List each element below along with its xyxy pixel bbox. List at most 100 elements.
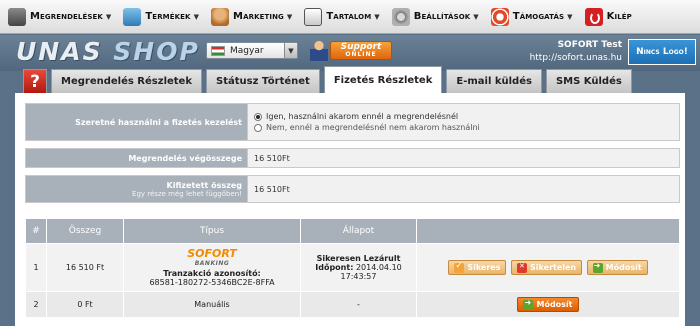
chevron-down-icon: ▼ [473,12,479,21]
order-total-row: Megrendelés végösszege 16 510Ft [25,148,680,168]
mark-success-button[interactable]: Sikeres [448,260,507,275]
account-name: SOFORT Test [557,40,622,50]
button-label: Módosít [536,300,573,309]
menu-label: Megrendelések [30,11,103,22]
row-amount: 16 510 Ft [46,243,124,292]
support-online-button[interactable]: Support ONLINE [310,39,392,61]
tab-help[interactable]: ? [23,69,47,93]
products-icon [123,7,142,26]
menu-content[interactable]: Tartalom ▼ [298,0,385,34]
chevron-down-icon: ▼ [193,12,200,21]
col-header-actions [416,218,680,244]
unas-shop-logo[interactable]: UNAS SHOP [16,37,200,66]
button-label: Módosít [605,263,642,272]
col-header-number: # [25,218,47,244]
content-icon [304,7,323,26]
transaction-id: 68581-180272-5346BC2E-8FFA [149,277,275,287]
tab-email-send[interactable]: E-mail küldés [446,69,542,93]
cross-icon [517,262,528,273]
menu-exit[interactable]: Kilép [579,0,638,34]
tab-payment-details[interactable]: Fizetés Részletek [323,66,443,93]
status-text: Sikeresen Lezárult [316,254,401,263]
radio-yes-label: Igen, használni akarom ennél a megrendel… [266,112,459,121]
menu-settings[interactable]: Beállítások ▼ [386,0,485,34]
arrow-right-icon [592,261,603,273]
radio-checked-icon [254,112,262,121]
help-icon: ? [30,71,40,92]
tab-bar: ? Megrendelés Részletek Státusz Történet… [23,66,636,93]
tab-order-details[interactable]: Megrendelés Részletek [51,69,202,93]
menu-support[interactable]: Támogatás ▼ [485,0,579,34]
support-sub-label: ONLINE [345,50,377,58]
chevron-down-icon: ▼ [374,12,380,21]
button-label: Sikeres [467,263,501,272]
menu-label: Tartalom [326,11,372,22]
payment-manager-label: Szeretné használni a fizetés kezelést [26,104,248,140]
menu-label: Támogatás [512,11,565,22]
orders-icon [8,7,26,26]
hungarian-flag-icon [211,45,225,56]
chevron-down-icon[interactable]: ▼ [284,43,297,58]
payment-manager-row: Szeretné használni a fizetés kezelést Ig… [25,103,680,141]
exit-icon [584,7,603,26]
row-actions: Módosít [416,291,680,318]
sofort-banking-logo: SOFORT BANKING [124,246,300,269]
menu-label: Marketing [233,11,284,22]
paid-amount-value: 16 510Ft [254,184,290,194]
sofort-logo-sub: BANKING [194,259,230,267]
mark-failed-button[interactable]: Sikertelen [511,260,583,275]
modify-button[interactable]: Módosít [517,297,579,312]
menu-label: Kilép [606,11,632,22]
modify-button[interactable]: Módosít [586,260,648,275]
menu-label: Beállítások [413,11,471,22]
logo-text-unas: UNAS [16,37,103,66]
payments-header-row: # Összeg Típus Állapot [25,218,680,244]
chevron-down-icon: ▼ [567,12,573,21]
check-icon [454,261,465,273]
paid-amount-note: Egy része még lehet függőben! [132,189,242,198]
marketing-icon [211,7,230,26]
row-status: - [300,291,417,318]
tab-status-history[interactable]: Státusz Történet [206,69,320,93]
transaction-id-label: Tranzakció azonosító: [163,268,261,278]
radio-use-payment-manager[interactable]: Igen, használni akarom ennél a megrendel… [254,112,480,121]
radio-unchecked-icon [254,123,262,132]
radio-no-label: Nem, ennél a megrendelésnél nem akarom h… [266,123,480,132]
row-type: Manuális [123,291,301,318]
settings-icon [391,7,410,26]
order-total-label: Megrendelés végösszege [26,149,248,167]
row-actions: Sikeres Sikertelen Módosít [416,243,680,292]
payments-table: # Összeg Típus Állapot 1 16 510 Ft SOFOR… [25,218,680,318]
table-row: 2 0 Ft Manuális - Módosít [25,291,680,318]
language-select[interactable]: Magyar ▼ [206,42,298,59]
support-agent-icon [310,39,328,61]
menu-products[interactable]: Termékek ▼ [117,0,205,34]
menu-orders[interactable]: Megrendelések ▼ [2,0,117,34]
status-time-label: Időpont: [315,263,354,272]
table-row: 1 16 510 Ft SOFORT BANKING Tranzakció az… [25,243,680,292]
logo-text-shop: SHOP [113,37,200,66]
status-time: Időpont: 2014.04.10 17:43:57 [301,263,416,281]
no-logo-button[interactable]: Nincs Logo! [628,39,696,65]
col-header-amount: Összeg [46,218,124,244]
row-amount: 0 Ft [46,291,124,318]
radio-no-payment-manager[interactable]: Nem, ennél a megrendelésnél nem akarom h… [254,123,480,132]
button-label: Sikertelen [530,263,577,272]
row-status: Sikeresen Lezárult Időpont: 2014.04.10 1… [300,243,417,292]
support-badge: Support ONLINE [330,40,392,60]
tab-sms-send[interactable]: SMS Küldés [545,69,632,93]
row-type: SOFORT BANKING Tranzakció azonosító: 685… [123,243,301,292]
sofort-logo-text: SOFORT [187,246,237,260]
main-menu: Megrendelések ▼ Termékek ▼ Marketing ▼ T… [0,0,700,34]
paid-amount-label: Kifizetett összeg [166,180,242,190]
row-number: 1 [25,243,47,292]
col-header-status: Állapot [300,218,417,244]
menu-marketing[interactable]: Marketing ▼ [205,0,298,34]
account-url[interactable]: http://sofort.unas.hu [530,52,622,65]
arrow-right-icon [523,298,534,310]
menu-label: Termékek [145,11,191,22]
chevron-down-icon: ▼ [105,12,112,21]
payment-details-panel: Szeretné használni a fizetés kezelést Ig… [15,93,685,326]
support-icon [490,7,509,26]
paid-amount-label-group: Kifizetett összeg Egy része még lehet fü… [26,176,248,202]
